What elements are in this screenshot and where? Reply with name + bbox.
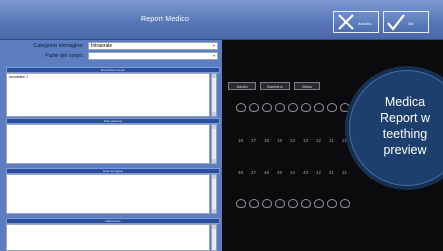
overlay-line: Medica [384,95,426,109]
overlay-line: Report w [379,111,431,125]
overlay-line: preview [383,143,427,157]
preview-overlay: Medica Report w teething preview [0,0,443,251]
overlay-text: Medica Report w teething preview [355,94,443,158]
overlay-line: teething [382,127,428,141]
